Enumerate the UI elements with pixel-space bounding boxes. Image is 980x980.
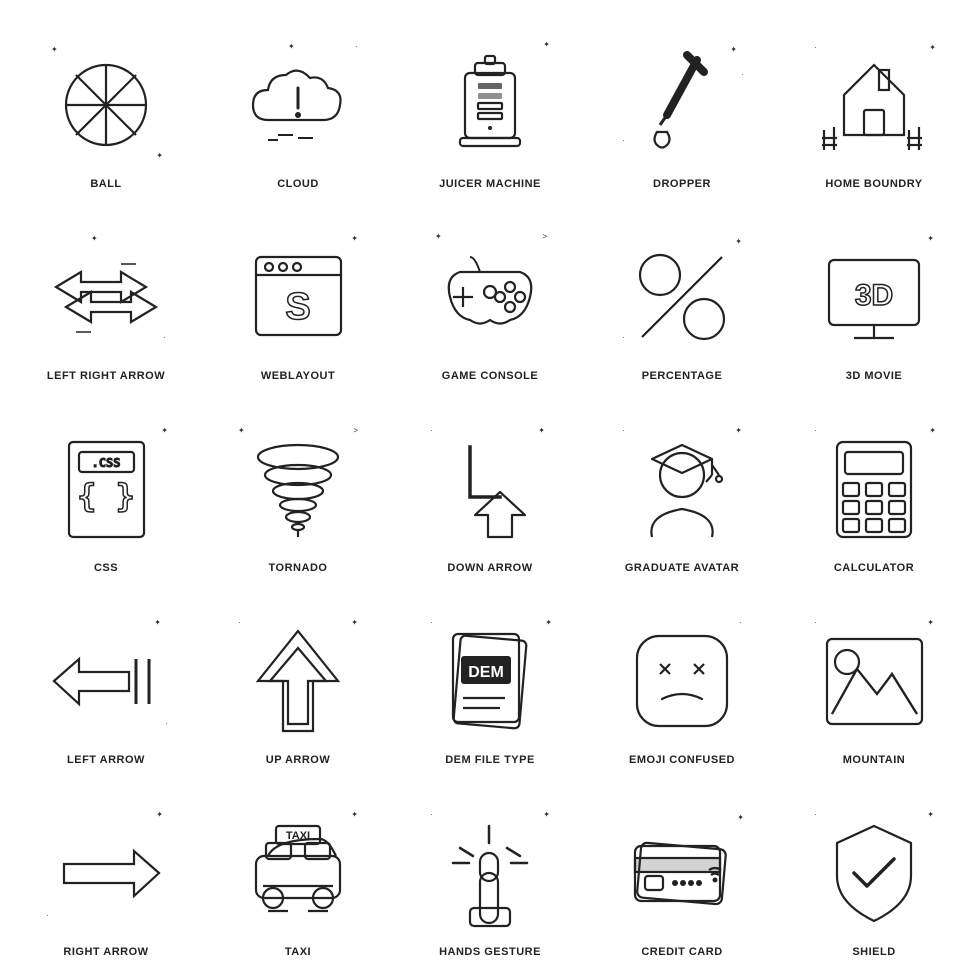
ball-label: BALL (90, 178, 121, 190)
icon-cell-graduate-avatar: ✦ · GRADUATE AVATAR (586, 394, 778, 586)
icon-cell-css: .CSS { } ✦ CSS (10, 394, 202, 586)
icon-cell-shield: ✦ · SHIELD (778, 778, 970, 970)
hands-gesture-label: HANDS GESTURE (439, 946, 541, 958)
weblayout-icon: S ✦ (233, 232, 363, 362)
icon-cell-down-arrow: ✦ · DOWN ARROW (394, 394, 586, 586)
mountain-icon: ✦ · (809, 616, 939, 746)
left-arrow-icon: ✦ · (41, 616, 171, 746)
weblayout-label: WEBLAYOUT (261, 370, 335, 382)
svg-text:3D: 3D (855, 279, 893, 312)
icon-cell-ball: ✦ ✦ BALL (10, 10, 202, 202)
svg-text:{ }: { } (77, 477, 135, 515)
cloud-label: CLOUD (277, 178, 319, 190)
cloud-icon: ✦ · (233, 40, 363, 170)
emoji-confused-icon: · (617, 616, 747, 746)
right-arrow-icon: ✦ · (41, 808, 171, 938)
taxi-icon: TAXI ✦ (233, 808, 363, 938)
icon-cell-3d-movie: 3D ✦ 3D MOVIE (778, 202, 970, 394)
left-arrow-label: LEFT ARROW (67, 754, 145, 766)
taxi-label: TAXI (285, 946, 311, 958)
icon-cell-percentage: ✦ · PERCENTAGE (586, 202, 778, 394)
up-arrow-icon: ✦ · (233, 616, 363, 746)
icon-cell-mountain: ✦ · MOUNTAIN (778, 586, 970, 778)
icon-cell-left-arrow: ✦ · LEFT ARROW (10, 586, 202, 778)
ball-icon: ✦ ✦ (41, 40, 171, 170)
graduate-avatar-label: GRADUATE AVATAR (625, 562, 739, 574)
svg-text:DEM: DEM (468, 664, 504, 681)
calculator-icon: ✦ · (809, 424, 939, 554)
up-arrow-label: UP ARROW (266, 754, 331, 766)
juicer-machine-icon: ✦ (425, 40, 555, 170)
left-right-arrow-icon: ✦ · (41, 232, 171, 362)
icon-cell-weblayout: S ✦ WEBLAYOUT (202, 202, 394, 394)
game-console-icon: ✦ > (425, 232, 555, 362)
graduate-avatar-icon: ✦ · (617, 424, 747, 554)
icon-cell-tornado: > ✦ TORNADO (202, 394, 394, 586)
icon-grid: ✦ ✦ BALL ✦ · CLOUD (0, 0, 980, 980)
home-boundry-label: HOME BOUNDRY (825, 178, 922, 190)
icon-cell-left-right-arrow: ✦ · LEFT RIGHT ARROW (10, 202, 202, 394)
icon-cell-juicer: ✦ JUICER MACHINE (394, 10, 586, 202)
juicer-label: JUICER MACHINE (439, 178, 541, 190)
svg-text:S: S (285, 286, 310, 328)
icon-cell-right-arrow: ✦ · RIGHT ARROW (10, 778, 202, 970)
down-arrow-icon: ✦ · (425, 424, 555, 554)
icon-cell-cloud: ✦ · CLOUD (202, 10, 394, 202)
icon-cell-emoji-confused: · EMOJI CONFUSED (586, 586, 778, 778)
shield-icon: ✦ · (809, 808, 939, 938)
icon-cell-hands-gesture: ✦ · HANDS GESTURE (394, 778, 586, 970)
3d-movie-icon: 3D ✦ (809, 232, 939, 362)
tornado-icon: > ✦ (233, 424, 363, 554)
down-arrow-label: DOWN ARROW (447, 562, 532, 574)
icon-cell-dem-file: DEM ✦ · DEM FILE TYPE (394, 586, 586, 778)
3d-movie-label: 3D MOVIE (846, 370, 903, 382)
calculator-label: CALCULATOR (834, 562, 914, 574)
icon-cell-calculator: ✦ · CALCULATOR (778, 394, 970, 586)
css-icon: .CSS { } ✦ (41, 424, 171, 554)
icon-cell-dropper: ✦ · · DROPPER (586, 10, 778, 202)
dropper-label: DROPPER (653, 178, 711, 190)
home-boundry-icon: ✦ · (809, 40, 939, 170)
mountain-label: MOUNTAIN (843, 754, 905, 766)
icon-cell-game-console: ✦ > GAME CONSOLE (394, 202, 586, 394)
icon-cell-credit-card: ✦ CREDIT CARD (586, 778, 778, 970)
credit-card-label: CREDIT CARD (641, 946, 722, 958)
dem-file-type-icon: DEM ✦ · (425, 616, 555, 746)
game-console-label: GAME CONSOLE (442, 370, 538, 382)
icon-cell-taxi: TAXI ✦ TAXI (202, 778, 394, 970)
right-arrow-label: RIGHT ARROW (63, 946, 148, 958)
css-label: CSS (94, 562, 118, 574)
emoji-confused-label: EMOJI CONFUSED (629, 754, 735, 766)
icon-cell-up-arrow: ✦ · UP ARROW (202, 586, 394, 778)
tornado-label: TORNADO (269, 562, 328, 574)
dem-file-label: DEM FILE TYPE (445, 754, 535, 766)
credit-card-icon: ✦ (617, 808, 747, 938)
icon-cell-home-boundry: ✦ · HOME BOUNDRY (778, 10, 970, 202)
hands-gesture-icon: ✦ · (425, 808, 555, 938)
shield-label: SHIELD (852, 946, 895, 958)
left-right-arrow-label: LEFT RIGHT ARROW (47, 370, 165, 382)
svg-text:.CSS: .CSS (91, 456, 120, 470)
percentage-icon: ✦ · (617, 232, 747, 362)
dropper-icon: ✦ · · (617, 40, 747, 170)
percentage-label: PERCENTAGE (642, 370, 723, 382)
